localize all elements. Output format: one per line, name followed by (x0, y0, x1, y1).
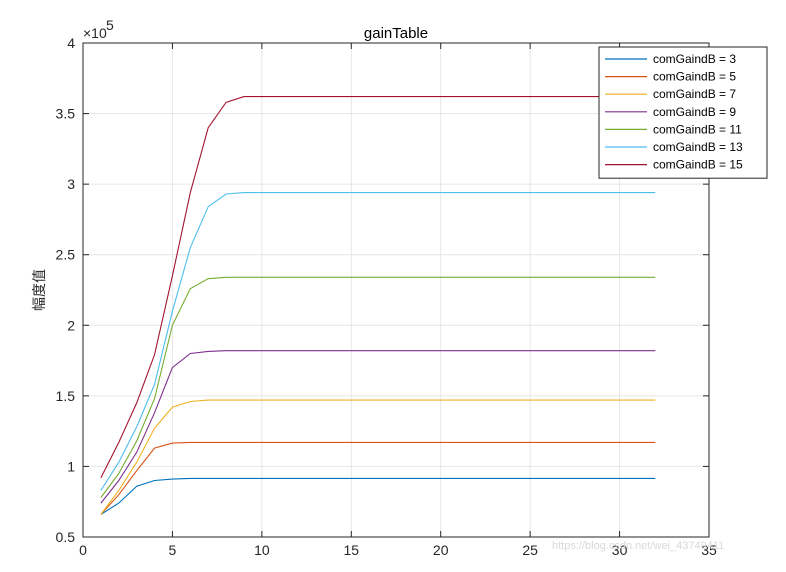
y-tick-label: 2.5 (56, 247, 76, 263)
chart-figure: 0 5 10 15 20 25 30 35 0.5 1 1.5 2 2.5 3 3.5 4 gainTable… (0, 0, 786, 572)
y-tick-label: 1.5 (56, 388, 76, 404)
legend-label: comGaindB = 11 (653, 122, 742, 136)
chart-title: gainTable (364, 25, 428, 42)
chart-svg: 0 5 10 15 20 25 30 350.511.522.533.54 gainTable… (31, 17, 768, 558)
y-tick-label: 0.5 (56, 529, 76, 545)
legend-label: comGaindB = 13 (653, 140, 743, 154)
x-tick-label: 0 (79, 542, 87, 558)
y-tick-label: 3.5 (56, 106, 76, 122)
legend-label: comGaindB = 5 (653, 70, 736, 84)
x-tick-label: 25 (522, 542, 538, 558)
legend-label: comGaindB = 9 (653, 105, 736, 119)
y-tick-label: 1 (67, 458, 75, 474)
y-tick-label: 4 (67, 35, 75, 51)
y-axis-label: 幅度值 (31, 269, 47, 311)
legend-label: comGaindB = 3 (653, 52, 736, 66)
y-exponent-power: 5 (106, 17, 114, 33)
watermark: https://blog.csdn.net/wei_43749411 (552, 540, 725, 552)
x-tick-label: 5 (169, 542, 177, 558)
x-tick-label: 20 (433, 542, 449, 558)
y-tick-label: 3 (67, 176, 75, 192)
y-tick-label: 2 (67, 317, 75, 333)
x-tick-label: 15 (343, 542, 359, 558)
legend-label: comGaindB = 15 (653, 158, 743, 172)
y-exponent-label: ×10 (83, 25, 107, 41)
legend: comGaindB = 3 comGaindB = 5 comGaindB = 7 c… (598, 46, 768, 179)
x-tick-label: 10 (254, 542, 270, 558)
legend-label: comGaindB = 7 (653, 87, 736, 101)
